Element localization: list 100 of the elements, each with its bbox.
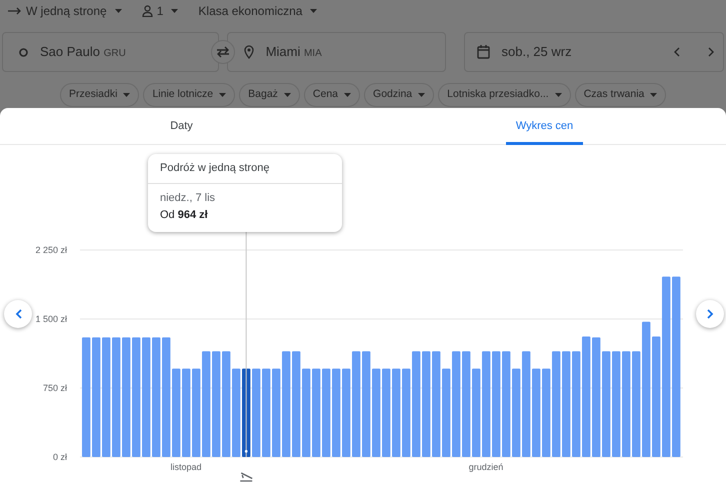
price-bar[interactable] [512, 368, 520, 457]
price-bar[interactable] [192, 368, 200, 457]
axis-label: listopad [170, 462, 202, 472]
price-bar[interactable] [472, 368, 480, 457]
price-bar[interactable] [572, 351, 580, 457]
price-bar[interactable] [112, 337, 120, 457]
filter-chip[interactable]: Przesiadki [60, 83, 140, 107]
axis-label: 2 250 zł [35, 245, 67, 255]
filter-chip[interactable]: Cena [304, 83, 360, 107]
price-bar[interactable] [312, 368, 320, 457]
price-bar[interactable] [652, 336, 660, 457]
caret-icon [284, 93, 291, 97]
price-bar[interactable] [662, 276, 670, 457]
cabin-class-dropdown[interactable]: Klasa ekonomiczna [198, 2, 318, 20]
price-bar[interactable] [442, 368, 450, 457]
price-bar[interactable] [152, 337, 160, 457]
price-bar[interactable] [202, 351, 210, 457]
price-bar[interactable] [462, 351, 470, 457]
chevron-left-icon [14, 309, 22, 319]
price-bar[interactable] [342, 368, 350, 457]
axis-label: grudzień [468, 462, 504, 472]
swap-button[interactable] [210, 40, 235, 64]
price-bar[interactable] [422, 351, 430, 457]
price-bar[interactable] [352, 351, 360, 457]
price-bar[interactable] [272, 368, 280, 457]
price-bar[interactable] [412, 351, 420, 457]
price-bar[interactable] [122, 337, 130, 457]
price-bar[interactable] [502, 351, 510, 457]
next-button[interactable] [696, 300, 724, 328]
caret-icon [554, 93, 562, 97]
price-bar[interactable] [372, 368, 380, 457]
axis-label: 1 500 zł [35, 314, 67, 324]
axis-label: 0 zł [52, 452, 67, 462]
price-bar[interactable] [172, 368, 180, 457]
price-bar[interactable] [622, 351, 630, 457]
chevron-right-icon [706, 309, 714, 319]
price-bar[interactable] [562, 351, 570, 457]
filter-chip[interactable]: Godzina [364, 83, 434, 107]
price-bar[interactable] [302, 368, 310, 457]
price-bar[interactable] [162, 337, 170, 457]
price-bar[interactable] [602, 351, 610, 457]
price-bar[interactable] [632, 351, 640, 457]
tab[interactable]: Daty [160, 108, 203, 145]
filter-chip[interactable]: Bagaż [239, 83, 300, 107]
price-bar[interactable] [552, 351, 560, 457]
price-bar[interactable] [182, 368, 190, 457]
price-bar[interactable] [582, 336, 590, 457]
price-bar[interactable] [592, 337, 600, 457]
person-icon [142, 5, 153, 17]
filter-chip[interactable]: Linie lotnicze [143, 83, 236, 107]
price-bar[interactable] [392, 368, 400, 457]
caret-icon [123, 93, 130, 97]
price-bar[interactable] [532, 368, 540, 457]
price-bar[interactable] [522, 351, 530, 457]
price-bar[interactable] [482, 351, 490, 457]
passengers-dropdown[interactable]: 1 [156, 2, 178, 20]
price-bar[interactable] [542, 368, 550, 457]
tooltip-date: niedz., 7 lis [159, 190, 216, 206]
trip-type-dropdown[interactable]: W jedną stronę [26, 2, 122, 20]
price-bar[interactable] [402, 368, 410, 457]
swap-icon [216, 46, 230, 58]
tooltip-price: Od 964 zł [159, 208, 209, 223]
price-bar[interactable] [432, 351, 440, 457]
price-bar[interactable] [612, 351, 620, 457]
price-bar[interactable] [642, 322, 650, 457]
price-bar[interactable] [92, 337, 100, 457]
chevron-right-icon[interactable] [708, 47, 715, 57]
price-bar[interactable] [102, 337, 110, 457]
destination-field[interactable]: Miami MIA [226, 32, 446, 72]
price-bar[interactable] [672, 276, 680, 457]
previous-button[interactable] [4, 300, 32, 328]
circle-icon [19, 48, 28, 56]
tooltip-title: Podróż w jedną stronę [148, 154, 342, 184]
price-bar[interactable] [452, 351, 460, 457]
price-bar[interactable] [362, 351, 370, 457]
caret-icon [114, 9, 122, 13]
price-bar[interactable] [282, 351, 290, 457]
chevron-left-icon[interactable] [673, 47, 680, 57]
price-bar[interactable] [132, 337, 140, 457]
price-bar[interactable] [332, 368, 340, 457]
price-bar[interactable] [292, 351, 300, 457]
tab[interactable]: Wykres cen [506, 108, 584, 145]
arrow-icon [8, 7, 22, 15]
price-bar[interactable] [142, 337, 150, 457]
price-bar[interactable] [382, 368, 390, 457]
price-bar[interactable] [222, 351, 230, 457]
caret-icon [650, 93, 658, 97]
origin-field[interactable]: Sao Paulo GRU [2, 32, 219, 72]
caret-icon [219, 93, 226, 97]
filter-chip[interactable]: Czas trwania [574, 83, 666, 107]
price-bar[interactable] [322, 368, 330, 457]
calendar-icon [476, 45, 490, 59]
price-bar[interactable] [212, 351, 220, 457]
caret-icon [171, 9, 178, 13]
filter-chip[interactable]: Lotniska przesiadko... [438, 83, 571, 107]
date-field[interactable]: sob., 25 wrz [464, 32, 724, 72]
price-bar[interactable] [82, 337, 90, 457]
price-bar[interactable] [492, 351, 500, 457]
caret-icon [344, 93, 352, 97]
price-bar[interactable] [262, 368, 270, 457]
